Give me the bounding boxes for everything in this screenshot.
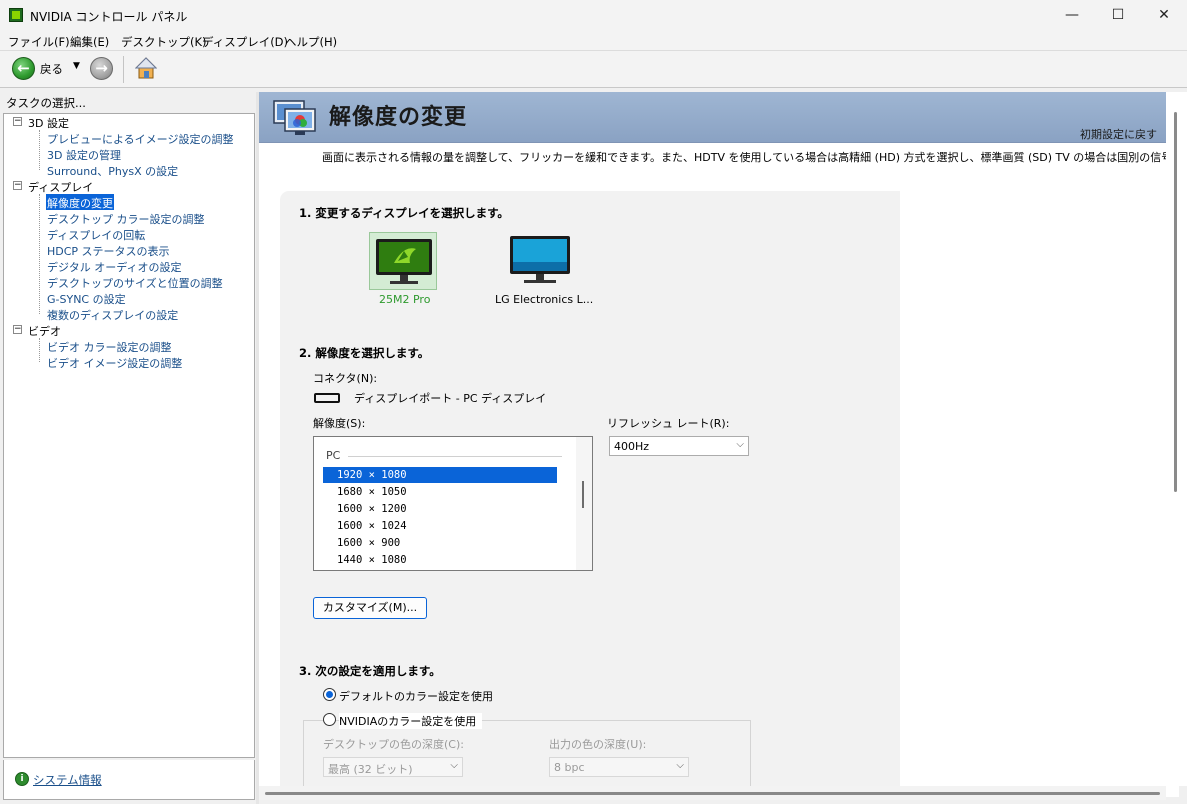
task-select-header: タスクの選択... [6,96,86,110]
toolbar: ← 戻る ▼ → [0,51,1187,88]
chevron-down-icon: ⌵ [676,760,684,771]
system-info-panel: i システム情報 [3,760,255,800]
tree-item-rotate[interactable]: ディスプレイの回転 [46,226,146,242]
forward-arrow-icon: → [95,59,108,77]
display-name[interactable]: LG Electronics L... [495,293,593,306]
tree-item-video-color[interactable]: ビデオ カラー設定の調整 [46,338,173,354]
vertical-scroll-thumb[interactable] [1174,112,1177,492]
desktop-depth-label: デスクトップの色の深度(C): [323,738,464,751]
close-button[interactable]: ✕ [1141,0,1187,31]
step3-heading: 3. 次の設定を適用します。 [299,664,441,678]
menu-bar: ファイル(F) 編集(E) デスクトップ(K) ディスプレイ(D) ヘルプ(H) [0,31,1187,51]
output-depth-value: 8 bpc [554,761,585,774]
radio-nvidia-color[interactable] [323,713,336,726]
monitor-nvidia-icon [376,239,432,284]
menu-display[interactable]: ディスプレイ(D) [202,34,288,50]
monitor-icon [510,236,570,283]
tree-item-gsync[interactable]: G-SYNC の設定 [46,290,127,306]
resolution-list[interactable]: PC 1920 × 1080 1680 × 1050 1600 × 1200 1… [313,436,593,571]
restore-defaults-link[interactable]: 初期設定に戻す [1080,126,1157,142]
collapse-icon[interactable]: − [13,181,22,190]
category-label: ディスプレイ [28,181,94,194]
step1-heading: 1. 変更するディスプレイを選択します。 [299,206,509,220]
horizontal-scroll-thumb[interactable] [265,792,1160,795]
output-depth-select[interactable]: 8 bpc ⌵ [549,757,689,777]
content-horizontal-scrollbar[interactable] [259,786,1166,800]
tree-connector [39,194,40,314]
page-banner: 解像度の変更 初期設定に戻す [259,92,1167,143]
step2-heading: 2. 解像度を選択します。 [299,346,430,360]
collapse-icon[interactable]: − [13,117,22,126]
resolution-option[interactable]: 1680 × 1050 [323,484,557,500]
window-title: NVIDIA コントロール パネル [30,10,188,24]
tree-connector [39,338,40,362]
menu-desktop[interactable]: デスクトップ(K) [121,34,207,50]
refresh-rate-label: リフレッシュ レート(R): [607,417,730,430]
history-dropdown-icon[interactable]: ▼ [73,61,80,71]
list-scroll-thumb[interactable] [582,481,584,508]
minimize-button[interactable]: — [1049,0,1095,31]
menu-file[interactable]: ファイル(F) [8,34,70,50]
resolution-option[interactable]: 1920 × 1080 [323,467,557,483]
resolution-option[interactable]: 1440 × 1080 [323,552,557,568]
desktop-depth-select[interactable]: 最高 (32 ビット) ⌵ [323,757,463,777]
refresh-rate-select[interactable]: 400Hz ⌵ [609,436,749,456]
radio-default-color[interactable] [323,688,336,701]
tree-item-multi-display[interactable]: 複数のディスプレイの設定 [46,306,179,322]
tree-item-3d-manage[interactable]: 3D 設定の管理 [46,146,122,162]
info-icon: i [15,772,29,786]
desktop-depth-value: 最高 (32 ビット) [328,763,413,776]
tree-item-desktop-color[interactable]: デスクトップ カラー設定の調整 [46,210,206,226]
chevron-down-icon: ⌵ [736,439,744,450]
category-label: 3D 設定 [28,117,69,130]
category-label: ビデオ [28,325,61,338]
collapse-icon[interactable]: − [13,325,22,334]
nvidia-app-icon [9,8,23,22]
home-icon[interactable] [135,57,157,79]
resolution-option[interactable]: 1600 × 900 [323,535,557,551]
displayport-icon [314,393,340,403]
back-arrow-icon: ← [17,59,30,77]
title-bar: NVIDIA コントロール パネル — ☐ ✕ [0,0,1187,31]
system-info-link[interactable]: システム情報 [33,772,102,788]
connector-value: ディスプレイポート - PC ディスプレイ [354,392,547,405]
menu-edit[interactable]: 編集(E) [70,34,109,50]
group-divider [348,456,562,457]
tree-item-surround[interactable]: Surround、PhysX の設定 [46,162,179,178]
tree-item-size-position[interactable]: デスクトップのサイズと位置の調整 [46,274,224,290]
tree-item-hdcp[interactable]: HDCP ステータスの表示 [46,242,171,258]
tree-connector [39,130,40,170]
back-button[interactable]: ← [12,57,35,80]
toolbar-separator [123,56,124,83]
radio-nvidia-color-label[interactable]: NVIDIAのカラー設定を使用 [339,713,483,729]
refresh-rate-value: 400Hz [614,440,650,453]
tree-item-video-image[interactable]: ビデオ イメージ設定の調整 [46,354,183,370]
back-label[interactable]: 戻る [40,61,63,77]
maximize-button[interactable]: ☐ [1095,0,1141,31]
connector-label: コネクタ(N): [313,372,378,385]
resolution-option[interactable]: 1600 × 1024 [323,518,557,534]
content-vertical-scrollbar[interactable] [1166,92,1187,786]
output-depth-label: 出力の色の深度(U): [549,738,647,751]
customize-button[interactable]: カスタマイズ(M)... [313,597,427,619]
display-settings-icon [273,100,316,135]
tree-item-audio[interactable]: デジタル オーディオの設定 [46,258,183,274]
menu-help[interactable]: ヘルプ(H) [285,34,337,50]
page-title: 解像度の変更 [329,105,468,130]
tree-item-resolution[interactable]: 解像度の変更 [46,194,114,210]
resolution-label: 解像度(S): [313,417,366,430]
list-scrollbar[interactable] [576,437,592,570]
display-lg[interactable] [506,232,574,290]
resolution-option[interactable]: 1600 × 1200 [323,501,557,517]
radio-default-color-label[interactable]: デフォルトのカラー設定を使用 [339,688,493,704]
chevron-down-icon: ⌵ [450,760,458,771]
resolution-group-label: PC [326,449,341,462]
display-name[interactable]: 25M2 Pro [379,293,430,306]
page-description: 画面に表示される情報の量を調整して、フリッカーを緩和できます。また、HDTV を… [322,151,1179,164]
content-panel: 解像度の変更 初期設定に戻す 画面に表示される情報の量を調整して、フリッカーを緩… [259,92,1179,797]
display-25m2pro[interactable] [369,232,437,290]
task-tree: − 3D 設定 プレビューによるイメージ設定の調整 3D 設定の管理 Surro… [3,113,255,758]
tree-item-preview[interactable]: プレビューによるイメージ設定の調整 [46,130,234,146]
forward-button[interactable]: → [90,57,113,80]
